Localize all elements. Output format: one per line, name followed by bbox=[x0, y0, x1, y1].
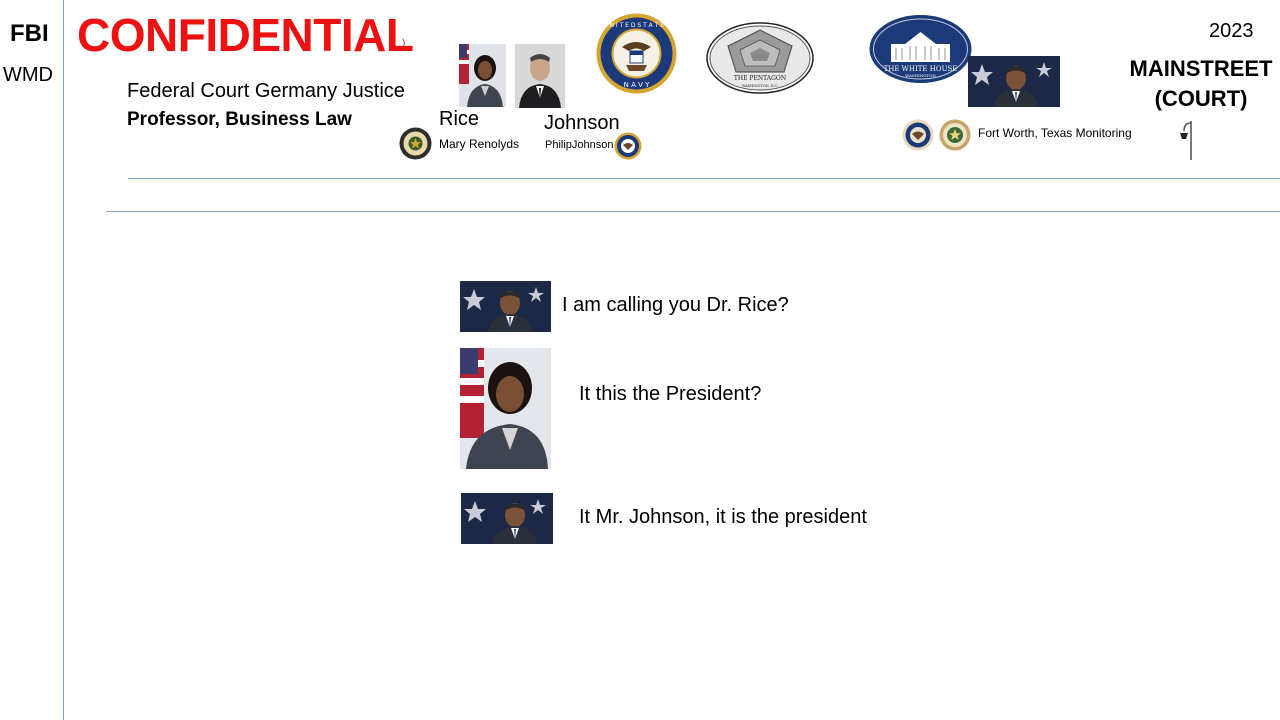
pentagon-seal-title: THE PENTAGON bbox=[734, 75, 786, 82]
chat-message-2: It this the President? bbox=[579, 383, 762, 405]
subtitle: Professor, Business Law bbox=[127, 109, 352, 130]
president-portrait-2 bbox=[461, 493, 553, 544]
texas-seal-icon bbox=[939, 119, 971, 151]
classification-title: CONFIDENTIAL bbox=[77, 9, 414, 61]
left-margin-line bbox=[63, 0, 64, 720]
street-lamp-icon bbox=[1178, 119, 1198, 161]
svg-text:U N I T E D S T A T E S: U N I T E D S T A T E S bbox=[603, 22, 670, 29]
chat-message-3: It Mr. Johnson, it is the president bbox=[579, 506, 867, 528]
white-house-seal-title: THE WHITE HOUSE bbox=[884, 65, 958, 73]
rice-portrait bbox=[459, 44, 506, 107]
president-portrait-header bbox=[968, 56, 1060, 107]
navy-seal-small-icon bbox=[614, 132, 642, 160]
location-line-1: MAINSTREET bbox=[1129, 56, 1273, 81]
johnson-alias: PhilipJohnson bbox=[545, 139, 614, 151]
pentagon-seal-subtitle: WASHINGTON, D.C. bbox=[742, 84, 778, 88]
svg-text:N A V Y: N A V Y bbox=[624, 81, 650, 89]
monitoring-label: Fort Worth, Texas Monitoring bbox=[978, 126, 1132, 140]
white-house-seal-subtitle: WASHINGTON bbox=[905, 73, 936, 78]
johnson-name: Johnson bbox=[544, 112, 620, 134]
chat-message-1: I am calling you Dr. Rice? bbox=[562, 294, 789, 316]
location-line-2: (COURT) bbox=[1154, 86, 1248, 111]
rice-portrait-chat bbox=[460, 348, 551, 469]
army-seal-icon bbox=[399, 127, 432, 160]
president-portrait-1 bbox=[460, 281, 551, 332]
unit-label: WMD bbox=[3, 64, 53, 86]
presidential-seal-icon bbox=[902, 119, 934, 151]
classification-suffix: ) bbox=[402, 38, 406, 49]
rice-name: Rice bbox=[439, 108, 480, 130]
white-house-seal-icon: THE WHITE HOUSE WASHINGTON bbox=[869, 14, 972, 84]
pentagon-seal-icon: THE PENTAGON WASHINGTON, D.C. bbox=[706, 22, 814, 94]
header-divider-bottom bbox=[106, 211, 1280, 212]
johnson-portrait bbox=[515, 44, 565, 108]
location-label: MAINSTREET (COURT) bbox=[1128, 54, 1274, 114]
agency-label: FBI bbox=[10, 20, 49, 47]
navy-seal-icon: U N I T E D S T A T E S N A V Y bbox=[596, 13, 677, 94]
court-title: Federal Court Germany Justice bbox=[127, 80, 405, 102]
header-divider-top bbox=[128, 178, 1280, 179]
rice-alias: Mary Renolyds bbox=[439, 137, 520, 151]
year-label: 2023 bbox=[1209, 20, 1254, 42]
